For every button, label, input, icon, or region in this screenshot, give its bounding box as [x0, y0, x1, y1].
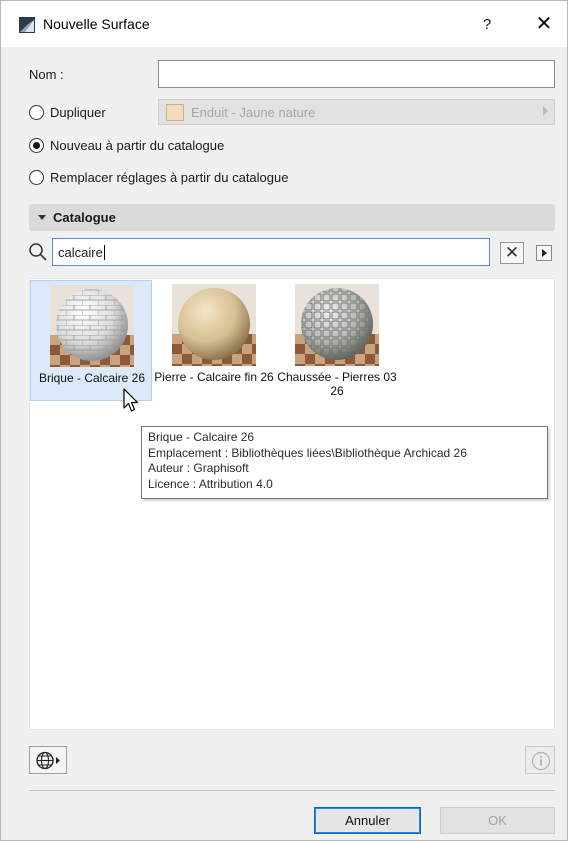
cobblestone-thumbnail	[295, 284, 379, 366]
catalogue-item-pierre-calcaire[interactable]: Pierre - Calcaire fin 26	[153, 280, 275, 401]
ok-button[interactable]: OK	[440, 807, 555, 834]
new-surface-dialog: Nouvelle Surface ? ✕ Nom : Dupliquer End…	[0, 0, 568, 841]
duplicate-surface-value: Enduit - Jaune nature	[191, 105, 316, 120]
catalogue-item-label: Pierre - Calcaire fin 26	[154, 370, 274, 384]
tooltip-item-name: Brique - Calcaire 26	[148, 430, 255, 444]
search-icon	[29, 243, 47, 261]
clear-search-button[interactable]: ✕	[500, 242, 524, 264]
archicad-app-icon	[19, 17, 35, 33]
catalogue-item-label: Brique - Calcaire 26	[38, 371, 146, 385]
replace-from-catalogue-label[interactable]: Remplacer réglages à partir du catalogue	[50, 170, 288, 185]
item-tooltip: Brique - Calcaire 26 Emplacement : Bibli…	[141, 426, 548, 499]
replace-from-catalogue-radio[interactable]	[29, 170, 44, 185]
name-label: Nom :	[29, 67, 64, 82]
duplicate-label[interactable]: Dupliquer	[50, 105, 106, 120]
catalogue-options-button[interactable]	[536, 245, 552, 261]
help-button[interactable]: ?	[475, 13, 499, 37]
catalogue-item-brique-calcaire[interactable]: Brique - Calcaire 26	[30, 280, 152, 401]
cancel-button[interactable]: Annuler	[314, 807, 421, 834]
online-library-button[interactable]	[29, 746, 67, 774]
catalogue-section-header[interactable]: Catalogue	[29, 204, 555, 231]
duplicate-radio[interactable]	[29, 105, 44, 120]
search-query-text: calcaire	[58, 245, 103, 260]
surface-color-swatch	[166, 104, 184, 121]
new-from-catalogue-label[interactable]: Nouveau à partir du catalogue	[50, 138, 224, 153]
catalogue-search-input[interactable]: calcaire	[52, 238, 490, 266]
tooltip-license: Licence : Attribution 4.0	[148, 476, 273, 491]
tooltip-location: Emplacement : Bibliothèques liées\Biblio…	[148, 445, 467, 460]
new-from-catalogue-radio[interactable]	[29, 138, 44, 153]
dialog-title: Nouvelle Surface	[43, 16, 150, 32]
text-caret	[103, 245, 105, 260]
catalogue-item-label: Chaussée - Pierres 03 26	[277, 370, 397, 398]
duplicate-surface-select: Enduit - Jaune nature	[158, 99, 555, 125]
close-button[interactable]: ✕	[531, 13, 557, 37]
tooltip-author: Auteur : Graphisoft	[148, 461, 249, 475]
name-input[interactable]	[158, 60, 555, 88]
stone-limestone-thumbnail	[172, 284, 256, 366]
catalogue-item-chaussee-pierres[interactable]: Chaussée - Pierres 03 26	[276, 280, 398, 401]
catalogue-title: Catalogue	[53, 210, 116, 225]
info-button[interactable]	[525, 746, 555, 774]
chevron-right-icon	[543, 106, 548, 116]
title-bar[interactable]: Nouvelle Surface ? ✕	[1, 1, 567, 47]
catalogue-list[interactable]: Brique - Calcaire 26 Pierre - Calcaire f…	[29, 278, 555, 730]
globe-icon	[36, 751, 60, 770]
mouse-pointer-icon	[123, 388, 139, 412]
brick-limestone-thumbnail	[50, 285, 134, 367]
footer-divider	[29, 790, 555, 791]
info-icon	[531, 751, 551, 771]
triangle-down-icon	[38, 215, 46, 220]
